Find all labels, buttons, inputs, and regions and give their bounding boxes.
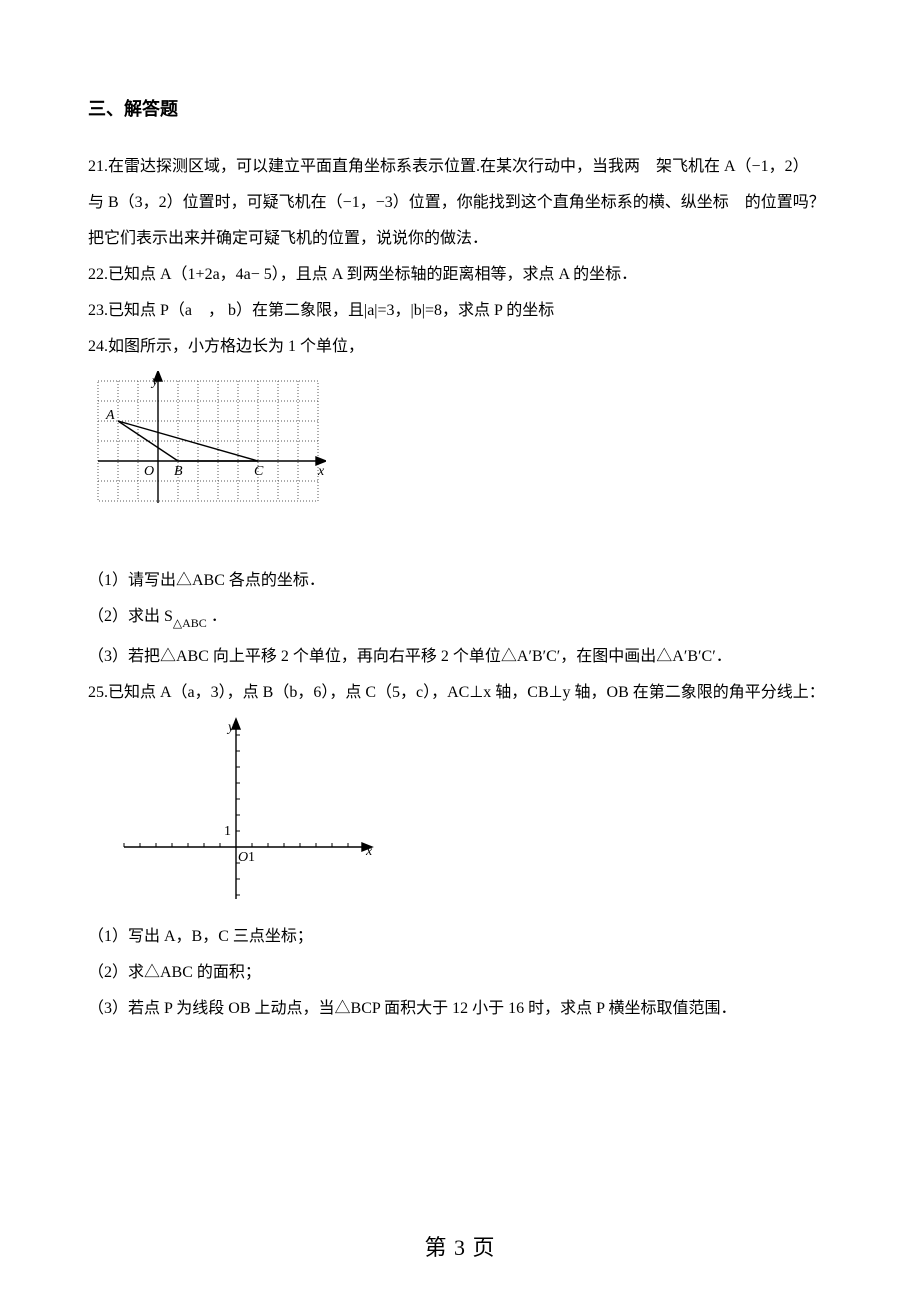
q25-figure: y x O 1 1 — [94, 717, 832, 907]
q25-intro: 25.已知点 A（a，3），点 B（b，6），点 C（5，c），AC⊥x 轴，C… — [88, 675, 832, 711]
section-heading: 三、解答题 — [88, 95, 832, 121]
origin-label: O — [238, 850, 248, 865]
q24-part2-prefix: （2）求出 S — [88, 608, 173, 625]
q25-part3: （3）若点 P 为线段 OB 上动点，当△BCP 面积大于 12 小于 16 时… — [88, 991, 832, 1027]
q24-part2: （2）求出 S△ABC ． — [88, 599, 832, 639]
q23-line: 23.已知点 P（a ， b）在第二象限，且|a|=3，|b|=8，求点 P 的… — [88, 293, 832, 329]
q22-line: 22.已知点 A（1+2a，4a− 5），且点 A 到两坐标轴的距离相等，求点 … — [88, 257, 832, 293]
point-B-label: B — [174, 464, 183, 479]
q24-part3: （3）若把△ABC 向上平移 2 个单位，再向右平移 2 个单位△A′B′C′，… — [88, 639, 832, 675]
y-tick-1: 1 — [224, 824, 231, 839]
page-footer: 第 3 页 — [0, 1230, 920, 1262]
q24-figure: y x O A B C — [94, 371, 832, 551]
origin-label: O — [144, 464, 154, 479]
axis-y-label: y — [150, 374, 159, 389]
point-A-label: A — [105, 408, 115, 423]
q24-part2-suffix: ． — [207, 608, 227, 625]
axis-y-label: y — [226, 720, 235, 735]
q24-part1: （1）请写出△ABC 各点的坐标． — [88, 563, 832, 599]
q25-part2: （2）求△ABC 的面积； — [88, 955, 832, 991]
q21-line3: 把它们表示出来并确定可疑飞机的位置，说说你的做法． — [88, 221, 832, 257]
q24-part2-sub: △ABC — [173, 616, 207, 630]
axis-x-label: x — [317, 464, 325, 479]
q21-line1: 21.在雷达探测区域，可以建立平面直角坐标系表示位置.在某次行动中，当我两 架飞… — [88, 149, 832, 185]
q24-intro: 24.如图所示，小方格边长为 1 个单位， — [88, 329, 832, 365]
grid-triangle-svg: y x O A B C — [94, 371, 326, 551]
point-C-label: C — [254, 464, 264, 479]
axes-svg: y x O 1 1 — [116, 717, 376, 907]
q25-part1: （1）写出 A，B，C 三点坐标； — [88, 919, 832, 955]
axis-x-label: x — [365, 844, 373, 859]
q21-line2: 与 B（3，2）位置时，可疑飞机在（−1，−3）位置，你能找到这个直角坐标系的横… — [88, 185, 832, 221]
page: 三、解答题 21.在雷达探测区域，可以建立平面直角坐标系表示位置.在某次行动中，… — [0, 0, 920, 1302]
x-tick-1: 1 — [248, 850, 255, 865]
